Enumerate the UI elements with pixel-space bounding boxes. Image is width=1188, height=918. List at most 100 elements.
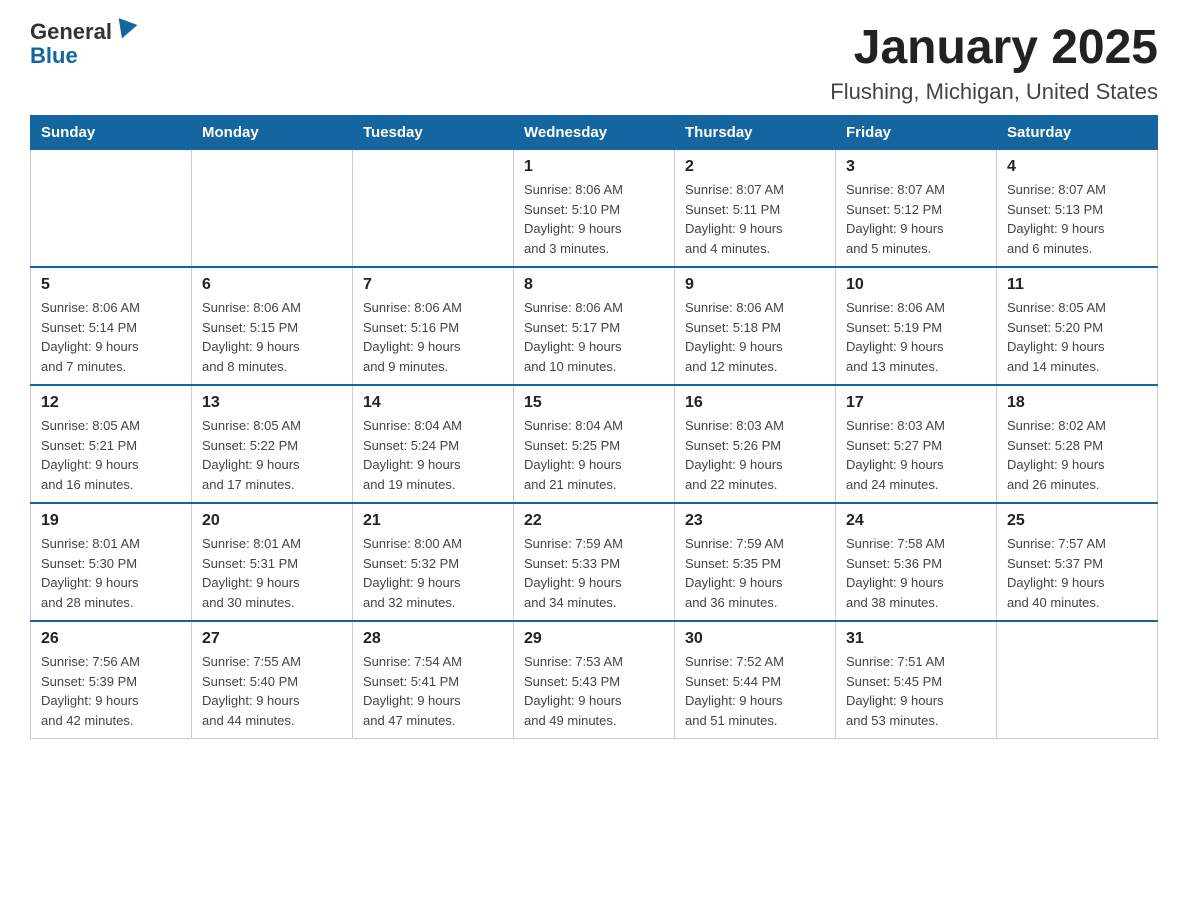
day-info: Sunrise: 7:51 AM Sunset: 5:45 PM Dayligh… <box>846 652 986 730</box>
day-number: 4 <box>1007 158 1147 176</box>
day-number: 20 <box>202 512 342 530</box>
day-number: 23 <box>685 512 825 530</box>
day-number: 17 <box>846 394 986 412</box>
day-info: Sunrise: 8:05 AM Sunset: 5:22 PM Dayligh… <box>202 416 342 494</box>
calendar-cell <box>192 150 353 268</box>
calendar-week-row: 19Sunrise: 8:01 AM Sunset: 5:30 PM Dayli… <box>31 503 1158 621</box>
calendar-cell: 16 Sunrise: 8:03 AM Sunset: 5:26 PM Dayli… <box>675 385 836 503</box>
day-info: Sunrise: 8:06 AM Sunset: 5:17 PM Dayligh… <box>524 298 664 376</box>
day-number: 18 <box>1007 394 1147 412</box>
calendar-cell: 15 Sunrise: 8:04 AM Sunset: 5:25 PM Dayli… <box>514 385 675 503</box>
day-of-week-sunday: Sunday <box>31 116 192 150</box>
logo: General Blue <box>30 20 135 68</box>
calendar-header-row: SundayMondayTuesdayWednesdayThursdayFrid… <box>31 116 1158 150</box>
day-info: Sunrise: 8:07 AM Sunset: 5:11 PM Dayligh… <box>685 180 825 258</box>
day-info: Sunrise: 8:06 AM Sunset: 5:16 PM Dayligh… <box>363 298 503 376</box>
calendar-cell: 18Sunrise: 8:02 AM Sunset: 5:28 PM Dayli… <box>997 385 1158 503</box>
calendar-cell: 31 Sunrise: 7:51 AM Sunset: 5:45 PM Dayli… <box>836 621 997 739</box>
logo-triangle-icon <box>112 18 137 42</box>
calendar-cell: 17 Sunrise: 8:03 AM Sunset: 5:27 PM Dayli… <box>836 385 997 503</box>
calendar-cell: 13 Sunrise: 8:05 AM Sunset: 5:22 PM Dayli… <box>192 385 353 503</box>
calendar-cell: 2 Sunrise: 8:07 AM Sunset: 5:11 PM Daylig… <box>675 150 836 268</box>
day-number: 11 <box>1007 276 1147 294</box>
day-number: 25 <box>1007 512 1147 530</box>
day-info: Sunrise: 8:04 AM Sunset: 5:25 PM Dayligh… <box>524 416 664 494</box>
day-info: Sunrise: 8:06 AM Sunset: 5:10 PM Dayligh… <box>524 180 664 258</box>
calendar-cell <box>31 150 192 268</box>
day-info: Sunrise: 7:54 AM Sunset: 5:41 PM Dayligh… <box>363 652 503 730</box>
day-number: 24 <box>846 512 986 530</box>
calendar-cell <box>353 150 514 268</box>
day-number: 3 <box>846 158 986 176</box>
calendar-cell: 4 Sunrise: 8:07 AM Sunset: 5:13 PM Daylig… <box>997 150 1158 268</box>
day-number: 13 <box>202 394 342 412</box>
day-info: Sunrise: 7:52 AM Sunset: 5:44 PM Dayligh… <box>685 652 825 730</box>
day-info: Sunrise: 7:58 AM Sunset: 5:36 PM Dayligh… <box>846 534 986 612</box>
calendar-cell: 26 Sunrise: 7:56 AM Sunset: 5:39 PM Dayli… <box>31 621 192 739</box>
day-info: Sunrise: 8:06 AM Sunset: 5:14 PM Dayligh… <box>41 298 181 376</box>
title-block: January 2025 Flushing, Michigan, United … <box>830 20 1158 105</box>
day-info: Sunrise: 8:01 AM Sunset: 5:30 PM Dayligh… <box>41 534 181 612</box>
day-info: Sunrise: 8:03 AM Sunset: 5:27 PM Dayligh… <box>846 416 986 494</box>
logo-text-general: General <box>30 20 112 44</box>
calendar-cell: 20Sunrise: 8:01 AM Sunset: 5:31 PM Dayli… <box>192 503 353 621</box>
page-title: January 2025 <box>830 20 1158 75</box>
day-info: Sunrise: 8:05 AM Sunset: 5:21 PM Dayligh… <box>41 416 181 494</box>
calendar-cell: 5Sunrise: 8:06 AM Sunset: 5:14 PM Daylig… <box>31 267 192 385</box>
day-number: 16 <box>685 394 825 412</box>
day-number: 28 <box>363 630 503 648</box>
day-info: Sunrise: 8:07 AM Sunset: 5:12 PM Dayligh… <box>846 180 986 258</box>
day-info: Sunrise: 8:06 AM Sunset: 5:15 PM Dayligh… <box>202 298 342 376</box>
day-number: 14 <box>363 394 503 412</box>
page-header: General Blue January 2025 Flushing, Mich… <box>30 20 1158 105</box>
day-number: 26 <box>41 630 181 648</box>
calendar-cell: 3 Sunrise: 8:07 AM Sunset: 5:12 PM Daylig… <box>836 150 997 268</box>
calendar-cell: 29Sunrise: 7:53 AM Sunset: 5:43 PM Dayli… <box>514 621 675 739</box>
calendar-cell: 11 Sunrise: 8:05 AM Sunset: 5:20 PM Dayli… <box>997 267 1158 385</box>
day-number: 15 <box>524 394 664 412</box>
calendar-cell: 19Sunrise: 8:01 AM Sunset: 5:30 PM Dayli… <box>31 503 192 621</box>
day-info: Sunrise: 8:06 AM Sunset: 5:18 PM Dayligh… <box>685 298 825 376</box>
day-info: Sunrise: 8:05 AM Sunset: 5:20 PM Dayligh… <box>1007 298 1147 376</box>
day-info: Sunrise: 7:59 AM Sunset: 5:35 PM Dayligh… <box>685 534 825 612</box>
calendar-cell: 24 Sunrise: 7:58 AM Sunset: 5:36 PM Dayli… <box>836 503 997 621</box>
calendar-cell: 28 Sunrise: 7:54 AM Sunset: 5:41 PM Dayli… <box>353 621 514 739</box>
calendar-cell: 25 Sunrise: 7:57 AM Sunset: 5:37 PM Dayli… <box>997 503 1158 621</box>
logo-text-blue: Blue <box>30 43 78 68</box>
day-number: 30 <box>685 630 825 648</box>
calendar-cell: 14 Sunrise: 8:04 AM Sunset: 5:24 PM Dayli… <box>353 385 514 503</box>
calendar-cell: 6Sunrise: 8:06 AM Sunset: 5:15 PM Daylig… <box>192 267 353 385</box>
day-number: 7 <box>363 276 503 294</box>
calendar-cell: 23 Sunrise: 7:59 AM Sunset: 5:35 PM Dayli… <box>675 503 836 621</box>
day-info: Sunrise: 7:57 AM Sunset: 5:37 PM Dayligh… <box>1007 534 1147 612</box>
calendar-cell: 7 Sunrise: 8:06 AM Sunset: 5:16 PM Daylig… <box>353 267 514 385</box>
day-of-week-monday: Monday <box>192 116 353 150</box>
calendar-cell: 30 Sunrise: 7:52 AM Sunset: 5:44 PM Dayli… <box>675 621 836 739</box>
day-info: Sunrise: 7:59 AM Sunset: 5:33 PM Dayligh… <box>524 534 664 612</box>
calendar-week-row: 26 Sunrise: 7:56 AM Sunset: 5:39 PM Dayli… <box>31 621 1158 739</box>
day-number: 31 <box>846 630 986 648</box>
day-info: Sunrise: 8:00 AM Sunset: 5:32 PM Dayligh… <box>363 534 503 612</box>
day-number: 29 <box>524 630 664 648</box>
calendar-week-row: 5Sunrise: 8:06 AM Sunset: 5:14 PM Daylig… <box>31 267 1158 385</box>
day-info: Sunrise: 8:07 AM Sunset: 5:13 PM Dayligh… <box>1007 180 1147 258</box>
day-info: Sunrise: 8:03 AM Sunset: 5:26 PM Dayligh… <box>685 416 825 494</box>
day-of-week-thursday: Thursday <box>675 116 836 150</box>
day-of-week-tuesday: Tuesday <box>353 116 514 150</box>
calendar-cell: 10Sunrise: 8:06 AM Sunset: 5:19 PM Dayli… <box>836 267 997 385</box>
calendar-table: SundayMondayTuesdayWednesdayThursdayFrid… <box>30 115 1158 739</box>
day-of-week-friday: Friday <box>836 116 997 150</box>
day-number: 1 <box>524 158 664 176</box>
day-info: Sunrise: 7:56 AM Sunset: 5:39 PM Dayligh… <box>41 652 181 730</box>
day-number: 21 <box>363 512 503 530</box>
day-info: Sunrise: 8:04 AM Sunset: 5:24 PM Dayligh… <box>363 416 503 494</box>
calendar-week-row: 12 Sunrise: 8:05 AM Sunset: 5:21 PM Dayli… <box>31 385 1158 503</box>
day-number: 2 <box>685 158 825 176</box>
calendar-cell: 8Sunrise: 8:06 AM Sunset: 5:17 PM Daylig… <box>514 267 675 385</box>
day-of-week-wednesday: Wednesday <box>514 116 675 150</box>
calendar-cell: 1 Sunrise: 8:06 AM Sunset: 5:10 PM Daylig… <box>514 150 675 268</box>
day-info: Sunrise: 7:55 AM Sunset: 5:40 PM Dayligh… <box>202 652 342 730</box>
calendar-cell <box>997 621 1158 739</box>
day-number: 12 <box>41 394 181 412</box>
calendar-cell: 21 Sunrise: 8:00 AM Sunset: 5:32 PM Dayli… <box>353 503 514 621</box>
